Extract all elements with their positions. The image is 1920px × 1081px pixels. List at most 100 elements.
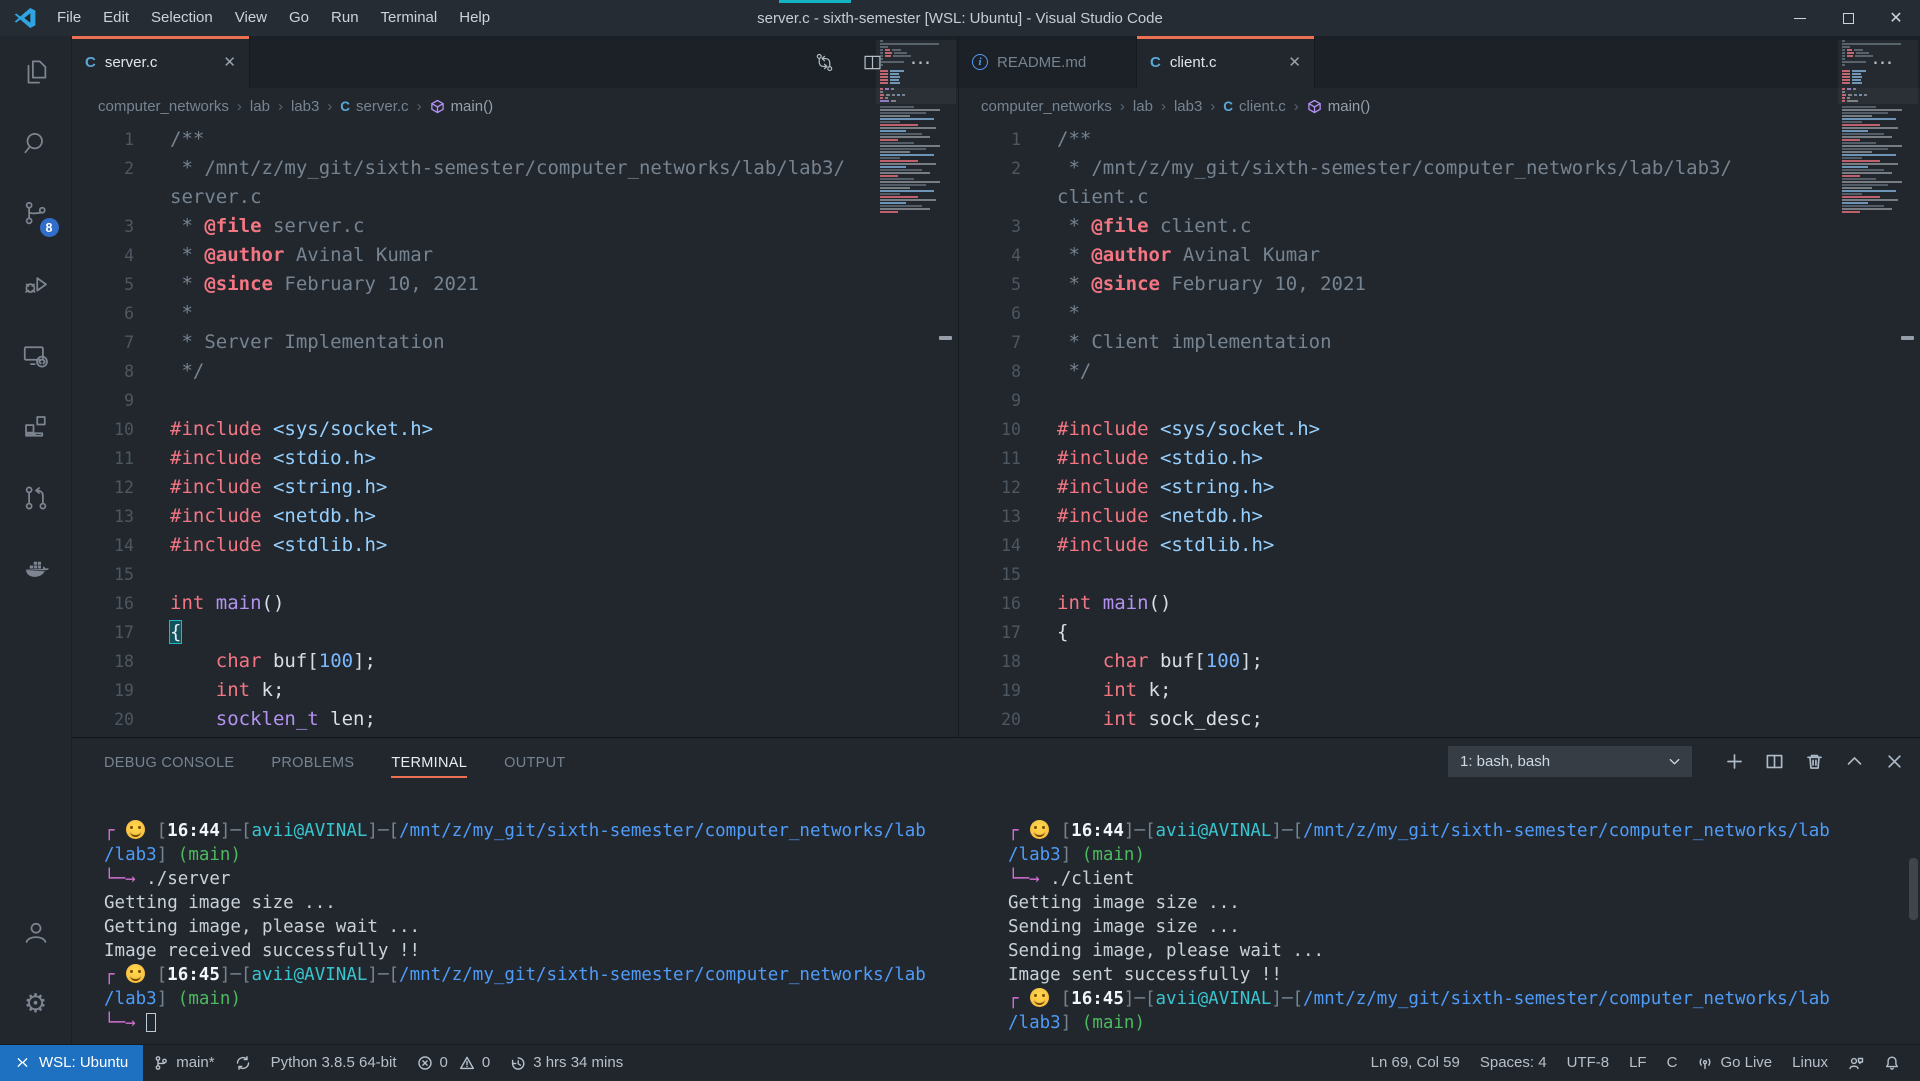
code-line[interactable]: 13#include <netdb.h> xyxy=(959,502,1920,531)
code-line[interactable]: 15 xyxy=(72,560,958,589)
close-panel-icon[interactable] xyxy=(1885,752,1904,771)
settings-gear-icon[interactable]: ⚙ xyxy=(0,967,72,1038)
code-line[interactable]: 4 * @author Avinal Kumar xyxy=(72,241,958,270)
code-line[interactable]: 1/** xyxy=(959,125,1920,154)
code-line[interactable]: 20 int sock_desc; xyxy=(959,705,1920,734)
panel-tab-terminal[interactable]: TERMINAL xyxy=(391,738,467,786)
breadcrumb-folder[interactable]: lab3 xyxy=(291,98,319,115)
terminal-scrollbar[interactable] xyxy=(1909,858,1918,920)
kill-terminal-trash-icon[interactable] xyxy=(1805,752,1824,771)
eol-status[interactable]: LF xyxy=(1619,1045,1657,1081)
breadcrumb-folder[interactable]: lab3 xyxy=(1174,98,1202,115)
menu-selection[interactable]: Selection xyxy=(140,0,224,36)
search-icon[interactable] xyxy=(0,107,72,178)
breadcrumb-symbol[interactable]: main() xyxy=(1307,98,1371,115)
code-line[interactable]: 12#include <string.h> xyxy=(72,473,958,502)
split-terminal-icon[interactable] xyxy=(1765,752,1784,771)
os-status[interactable]: Linux xyxy=(1782,1045,1838,1081)
code-line[interactable]: 19 int k; xyxy=(72,676,958,705)
tab-close-icon[interactable]: ✕ xyxy=(213,53,236,71)
code-line[interactable]: 20 socklen_t len; xyxy=(72,705,958,734)
menu-help[interactable]: Help xyxy=(448,0,501,36)
tab-close-icon[interactable]: ✕ xyxy=(1278,53,1301,71)
minimap[interactable] xyxy=(1842,40,1914,214)
code-editor-client[interactable]: 1/**2 * /mnt/z/my_git/sixth-semester/com… xyxy=(959,125,1920,737)
close-button[interactable]: ✕ xyxy=(1872,0,1920,36)
minimize-button[interactable] xyxy=(1776,0,1824,36)
github-pr-icon[interactable] xyxy=(0,462,72,533)
code-line[interactable]: 7 * Server Implementation xyxy=(72,328,958,357)
notifications-status[interactable] xyxy=(1874,1045,1914,1081)
code-line[interactable]: 2 * /mnt/z/my_git/sixth-semester/compute… xyxy=(959,154,1920,183)
breadcrumb-folder[interactable]: lab xyxy=(250,98,270,115)
breadcrumb-symbol[interactable]: main() xyxy=(430,98,494,115)
remote-explorer-icon[interactable] xyxy=(0,320,72,391)
run-debug-icon[interactable] xyxy=(0,249,72,320)
maximize-panel-chevron-icon[interactable] xyxy=(1845,752,1864,771)
terminal-server[interactable]: ┌ [16:44]─[avii@AVINAL]─[/mnt/z/my_git/s… xyxy=(72,819,996,1035)
panel-tab-problems[interactable]: PROBLEMS xyxy=(271,738,354,786)
minimap[interactable] xyxy=(880,40,952,214)
breadcrumb-folder[interactable]: computer_networks xyxy=(98,98,229,115)
code-line[interactable]: 8 */ xyxy=(72,357,958,386)
code-line[interactable]: 16int main() xyxy=(959,589,1920,618)
menu-file[interactable]: File xyxy=(46,0,92,36)
problems-status[interactable]: 0 0 xyxy=(407,1045,501,1081)
code-line[interactable]: 3 * @file server.c xyxy=(72,212,958,241)
code-line[interactable]: 7 * Client implementation xyxy=(959,328,1920,357)
code-line[interactable]: 5 * @since February 10, 2021 xyxy=(959,270,1920,299)
code-line[interactable]: 15 xyxy=(959,560,1920,589)
panel-tab-debug-console[interactable]: DEBUG CONSOLE xyxy=(104,738,234,786)
cursor-position-status[interactable]: Ln 69, Col 59 xyxy=(1361,1045,1470,1081)
maximize-button[interactable] xyxy=(1824,0,1872,36)
tab-readme-md[interactable]: i README.md xyxy=(959,36,1137,88)
language-mode-status[interactable]: C xyxy=(1657,1045,1688,1081)
code-line[interactable]: 17{ xyxy=(959,618,1920,647)
git-branch-status[interactable]: main* xyxy=(143,1045,224,1081)
code-line[interactable]: 18 char buf[100]; xyxy=(72,647,958,676)
tab-server-c[interactable]: C server.c ✕ xyxy=(72,36,250,88)
menu-edit[interactable]: Edit xyxy=(92,0,140,36)
breadcrumb-folder[interactable]: computer_networks xyxy=(981,98,1112,115)
code-line[interactable]: 8 */ xyxy=(959,357,1920,386)
scrollbar-handle[interactable] xyxy=(1901,336,1914,340)
code-line[interactable]: 10#include <sys/socket.h> xyxy=(72,415,958,444)
menu-go[interactable]: Go xyxy=(278,0,320,36)
code-line[interactable]: 1/** xyxy=(72,125,958,154)
code-line[interactable]: 2 * /mnt/z/my_git/sixth-semester/compute… xyxy=(72,154,958,183)
new-terminal-icon[interactable] xyxy=(1725,752,1744,771)
code-line[interactable]: 6 * xyxy=(959,299,1920,328)
code-line[interactable]: 9 xyxy=(959,386,1920,415)
terminal-client[interactable]: ┌ [16:44]─[avii@AVINAL]─[/mnt/z/my_git/s… xyxy=(996,819,1920,1035)
code-line[interactable]: 16int main() xyxy=(72,589,958,618)
encoding-status[interactable]: UTF-8 xyxy=(1557,1045,1620,1081)
code-line[interactable]: 6 * xyxy=(72,299,958,328)
menu-view[interactable]: View xyxy=(224,0,278,36)
code-line[interactable]: 3 * @file client.c xyxy=(959,212,1920,241)
menu-terminal[interactable]: Terminal xyxy=(370,0,449,36)
code-line[interactable]: 9 xyxy=(72,386,958,415)
code-line[interactable]: 11#include <stdio.h> xyxy=(72,444,958,473)
indentation-status[interactable]: Spaces: 4 xyxy=(1470,1045,1557,1081)
code-line[interactable]: 12#include <string.h> xyxy=(959,473,1920,502)
code-line[interactable]: client.c xyxy=(959,183,1920,212)
breadcrumb-file[interactable]: Cserver.c xyxy=(340,98,408,115)
sync-status[interactable] xyxy=(225,1045,261,1081)
menu-run[interactable]: Run xyxy=(320,0,370,36)
open-changes-icon[interactable] xyxy=(814,52,835,73)
remote-indicator[interactable]: WSL: Ubuntu xyxy=(0,1045,143,1081)
terminal-selector-dropdown[interactable]: 1: bash, bash xyxy=(1448,746,1692,777)
explorer-icon[interactable] xyxy=(0,36,72,107)
docker-icon[interactable] xyxy=(0,533,72,604)
code-line[interactable]: server.c xyxy=(72,183,958,212)
extensions-icon[interactable] xyxy=(0,391,72,462)
breadcrumb-file[interactable]: Cclient.c xyxy=(1223,98,1285,115)
accounts-icon[interactable] xyxy=(0,896,72,967)
source-control-icon[interactable]: 8 xyxy=(0,178,72,249)
scrollbar-handle[interactable] xyxy=(939,336,952,340)
minimap-slider[interactable] xyxy=(876,40,956,104)
breadcrumb-left[interactable]: computer_networks › lab › lab3 › Cserver… xyxy=(72,88,958,125)
code-line[interactable]: 18 char buf[100]; xyxy=(959,647,1920,676)
feedback-status[interactable] xyxy=(1838,1045,1874,1081)
code-line[interactable]: 13#include <netdb.h> xyxy=(72,502,958,531)
